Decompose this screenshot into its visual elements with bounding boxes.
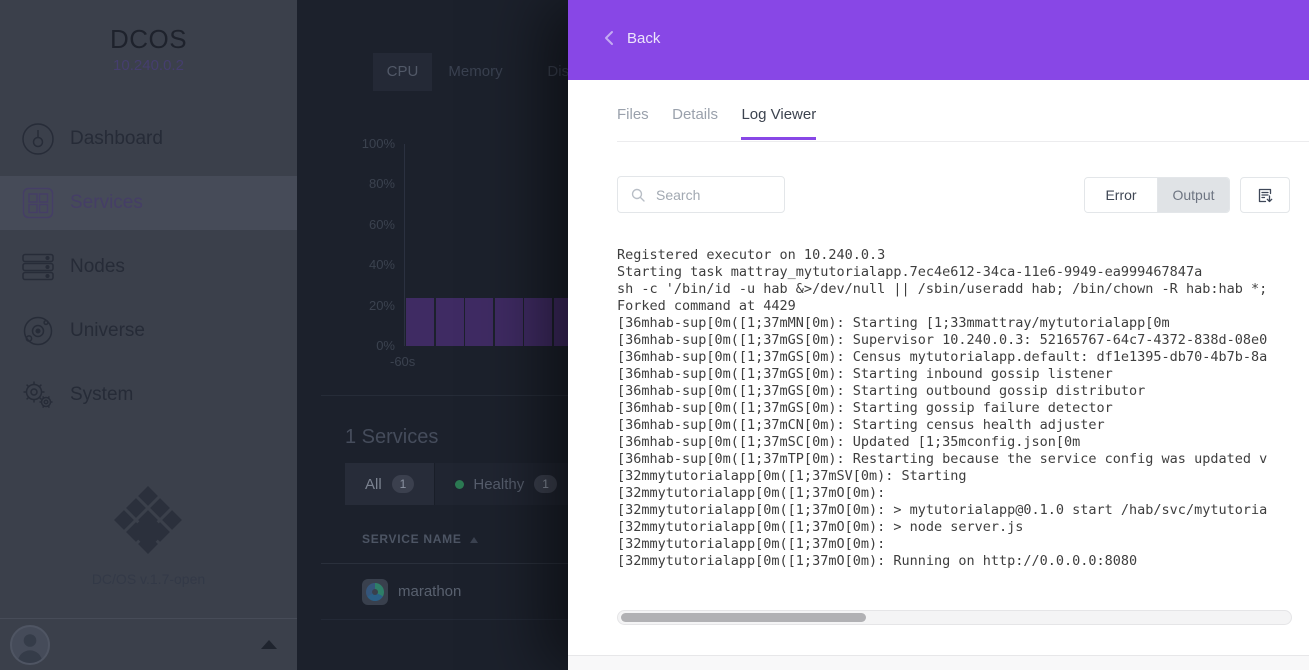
sidebar-item-label: System <box>70 384 133 406</box>
sidebar-item-label: Nodes <box>70 256 125 278</box>
healthy-dot-icon <box>455 480 464 489</box>
service-name: marathon <box>398 564 461 620</box>
cpu-bar <box>524 298 552 346</box>
tab-files[interactable]: Files <box>617 106 649 139</box>
tab-log-viewer[interactable]: Log Viewer <box>741 106 816 139</box>
download-log-icon <box>1256 186 1274 204</box>
filter-count-badge: 1 <box>534 475 557 493</box>
service-filter-bar: All 1 Healthy 1 <box>345 463 578 505</box>
sidebar-item-label: Universe <box>70 320 145 342</box>
cpu-bar <box>495 298 523 346</box>
sidebar-item-label: Services <box>70 192 143 214</box>
modal-tabs: Files Details Log Viewer <box>617 106 1309 142</box>
filter-count-badge: 1 <box>392 475 415 493</box>
filter-all[interactable]: All 1 <box>345 463 435 505</box>
planet-icon <box>21 314 55 348</box>
sidebar: DCOS 10.240.0.2 Dashboard Services Nodes… <box>0 0 297 670</box>
toggle-error[interactable]: Error <box>1085 178 1157 212</box>
download-log-button[interactable] <box>1240 177 1290 213</box>
sidebar-item-system[interactable]: System <box>0 368 297 422</box>
user-avatar[interactable] <box>10 625 50 665</box>
y-tick: 0% <box>297 338 395 353</box>
chevron-left-icon <box>601 29 619 47</box>
version-label: DC/OS v.1.7-open <box>0 571 297 587</box>
collapse-caret-icon[interactable] <box>261 640 277 649</box>
toggle-output[interactable]: Output <box>1157 178 1229 212</box>
modal-footer <box>568 655 1309 670</box>
log-output: Registered executor on 10.240.0.3 Starti… <box>617 247 1293 573</box>
y-tick: 80% <box>297 176 395 191</box>
modal-header: Back <box>568 0 1309 80</box>
gears-icon <box>21 378 55 412</box>
cpu-bar <box>406 298 434 346</box>
sidebar-item-nodes[interactable]: Nodes <box>0 240 297 294</box>
servers-icon <box>21 250 55 284</box>
back-label: Back <box>627 30 660 47</box>
back-button[interactable]: Back <box>601 29 660 47</box>
search-input[interactable] <box>654 178 779 211</box>
cpu-usage-chart <box>404 144 584 346</box>
app-title: DCOS <box>0 24 297 55</box>
sidebar-item-universe[interactable]: Universe <box>0 304 297 358</box>
y-tick: 60% <box>297 217 395 232</box>
sort-asc-icon <box>470 537 478 543</box>
resource-tab-cpu[interactable]: CPU <box>373 53 432 91</box>
cluster-ip: 10.240.0.2 <box>0 57 297 74</box>
y-tick: 40% <box>297 257 395 272</box>
grid-icon <box>21 186 55 220</box>
dcos-diamond-logo <box>114 486 182 554</box>
y-tick: 100% <box>297 136 395 151</box>
search-icon <box>630 187 646 203</box>
cpu-bar <box>465 298 493 346</box>
log-viewer-panel: Back Files Details Log Viewer Error Outp… <box>568 0 1309 670</box>
resource-tab-memory[interactable]: Memory <box>432 53 519 91</box>
sidebar-item-label: Dashboard <box>70 128 163 150</box>
cpu-bar <box>436 298 464 346</box>
table-header-service-name[interactable]: SERVICE NAME <box>362 532 478 546</box>
horizontal-scrollbar[interactable] <box>617 610 1292 625</box>
app: DCOS 10.240.0.2 Dashboard Services Nodes… <box>0 0 1309 670</box>
marathon-service-icon <box>362 579 388 605</box>
y-tick: 20% <box>297 298 395 313</box>
stream-toggle: Error Output <box>1084 177 1230 213</box>
sidebar-item-dashboard[interactable]: Dashboard <box>0 112 297 166</box>
filter-healthy[interactable]: Healthy 1 <box>435 463 578 505</box>
gauge-icon <box>21 122 55 156</box>
tab-details[interactable]: Details <box>672 106 718 139</box>
search-box <box>617 176 785 213</box>
chart-x-label: -60s <box>390 354 415 369</box>
user-footer[interactable] <box>0 618 297 670</box>
sidebar-item-services[interactable]: Services <box>0 176 297 230</box>
services-heading: 1 Services <box>345 426 438 449</box>
scrollbar-thumb[interactable] <box>621 613 866 622</box>
